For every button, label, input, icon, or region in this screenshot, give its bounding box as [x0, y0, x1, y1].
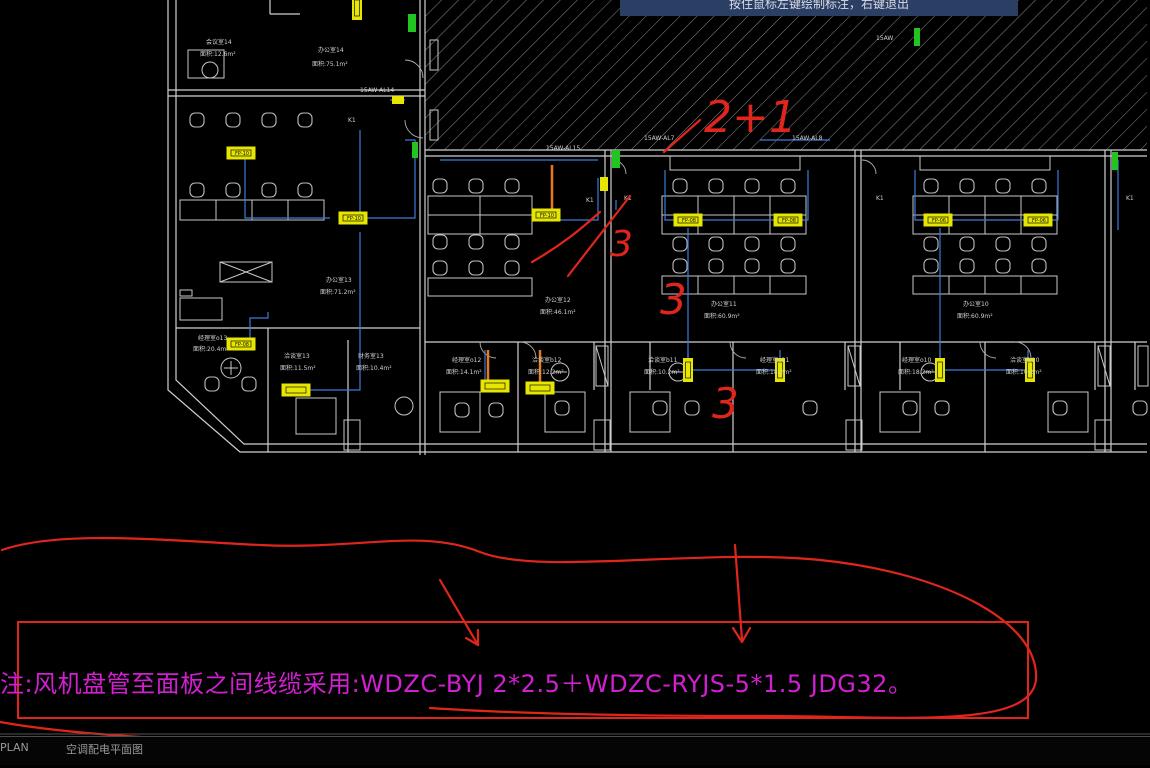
svg-text:K1: K1 — [876, 195, 884, 202]
svg-text:洽谈室b10: 洽谈室b10 — [1010, 356, 1040, 364]
svg-text:面积:10.2m²: 面积:10.2m² — [644, 368, 680, 376]
svg-text:经理室o12: 经理室o12 — [452, 356, 481, 364]
svg-text:FP-06: FP-06 — [932, 218, 946, 224]
handwritten-3-b: 3 — [660, 275, 687, 324]
svg-text:面积:75.1m²: 面积:75.1m² — [312, 60, 348, 68]
annotation-arrow-right — [733, 543, 744, 642]
handwritten-3-a: 3 — [610, 224, 633, 265]
svg-text:面积:18.2m²: 面积:18.2m² — [756, 368, 792, 376]
svg-text:面积:10.2m²: 面积:10.2m² — [1006, 368, 1042, 376]
svg-text:办公室14: 办公室14 — [318, 46, 344, 54]
svg-text:会议室14: 会议室14 — [206, 38, 232, 46]
svg-text:洽谈室b11: 洽谈室b11 — [648, 356, 678, 364]
svg-text:办公室10: 办公室10 — [963, 300, 989, 308]
svg-text:面积:60.9m²: 面积:60.9m² — [704, 312, 740, 320]
handwritten-3-c: 3 — [712, 379, 739, 428]
svg-text:K1: K1 — [1126, 195, 1134, 202]
svg-text:面积:18.2m²: 面积:18.2m² — [898, 368, 934, 376]
tab-plan[interactable]: PLAN — [0, 741, 29, 754]
svg-text:面积:71.2m²: 面积:71.2m² — [320, 288, 356, 296]
svg-text:面积:12.6m²: 面积:12.6m² — [200, 50, 236, 58]
svg-text:15AW-AL14: 15AW-AL14 — [360, 87, 394, 94]
svg-text:FP-10: FP-10 — [540, 213, 554, 219]
svg-text:15AW-AL7: 15AW-AL7 — [644, 135, 675, 142]
svg-text:面积:10.4m²: 面积:10.4m² — [356, 364, 392, 372]
svg-text:办公室13: 办公室13 — [326, 276, 352, 284]
tab-sheet[interactable]: 空调配电平面图 — [66, 741, 143, 757]
svg-text:15AW-AL15: 15AW-AL15 — [546, 145, 580, 152]
svg-text:财务室13: 财务室13 — [358, 352, 384, 360]
svg-text:办公室12: 办公室12 — [545, 296, 571, 304]
svg-text:15AW: 15AW — [876, 35, 893, 42]
floor-plan-drawing[interactable]: FP-10 FP-10 FP-08 FP-10 FP-08 FP-08 FP-0… — [0, 0, 1150, 764]
svg-text:面积:14.1m²: 面积:14.1m² — [446, 368, 482, 376]
svg-text:经理室o10: 经理室o10 — [902, 356, 931, 364]
svg-text:FP-08: FP-08 — [782, 218, 796, 224]
svg-text:FP-10: FP-10 — [347, 216, 361, 222]
svg-text:经理室o13: 经理室o13 — [198, 334, 227, 342]
svg-text:面积:46.1m²: 面积:46.1m² — [540, 308, 576, 316]
svg-text:FP-08: FP-08 — [682, 218, 696, 224]
svg-text:FP-06: FP-06 — [1032, 218, 1046, 224]
cad-canvas[interactable]: FP-10 FP-10 FP-08 FP-10 FP-08 FP-08 FP-0… — [0, 0, 1150, 764]
annotation-arrow-left — [438, 578, 480, 647]
svg-text:面积:20.4m²: 面积:20.4m² — [193, 345, 229, 353]
svg-text:FP-08: FP-08 — [235, 342, 249, 348]
annotation-arrowhead — [464, 628, 480, 647]
svg-text:K1: K1 — [586, 197, 594, 204]
svg-text:洽谈室b12: 洽谈室b12 — [532, 356, 562, 364]
svg-text:办公室11: 办公室11 — [711, 300, 737, 308]
handwritten-2plus1: 2+1 — [704, 92, 797, 143]
svg-text:面积:60.9m²: 面积:60.9m² — [957, 312, 993, 320]
annotation-tooltip: 按住鼠标左键绘制标注，右键退出 — [620, 0, 1018, 16]
svg-text:K1: K1 — [348, 117, 356, 124]
layout-tab-bar: PLAN 空调配电平面图 — [0, 736, 1150, 765]
svg-text:FP-10: FP-10 — [235, 151, 249, 157]
svg-text:经理室o11: 经理室o11 — [760, 356, 789, 364]
svg-text:面积:11.5m²: 面积:11.5m² — [280, 364, 316, 372]
svg-text:面积:12.2m²: 面积:12.2m² — [528, 368, 564, 376]
orange-wires — [486, 165, 554, 388]
svg-text:洽谈室13: 洽谈室13 — [284, 352, 310, 360]
cable-spec-note: 注:风机盘管至面板之间线缆采用:WDZC-BYJ 2*2.5＋WDZC-RYJS… — [0, 670, 913, 698]
